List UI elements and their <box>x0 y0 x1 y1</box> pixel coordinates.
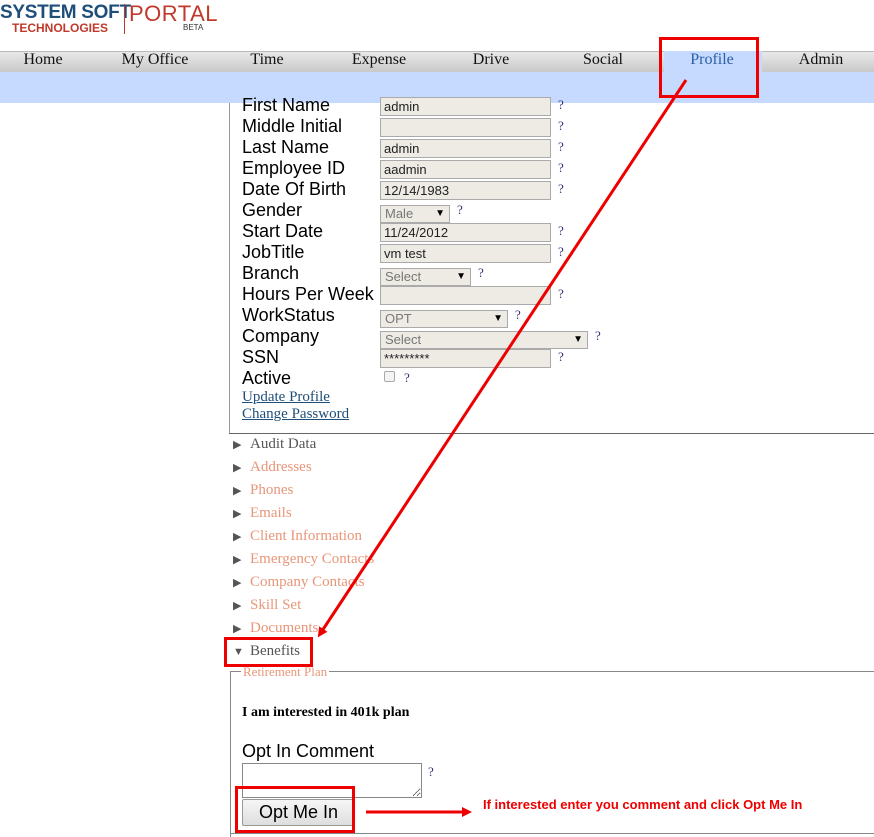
annotation-arrows <box>317 79 688 817</box>
arrow-profile-to-benefits <box>317 79 688 638</box>
